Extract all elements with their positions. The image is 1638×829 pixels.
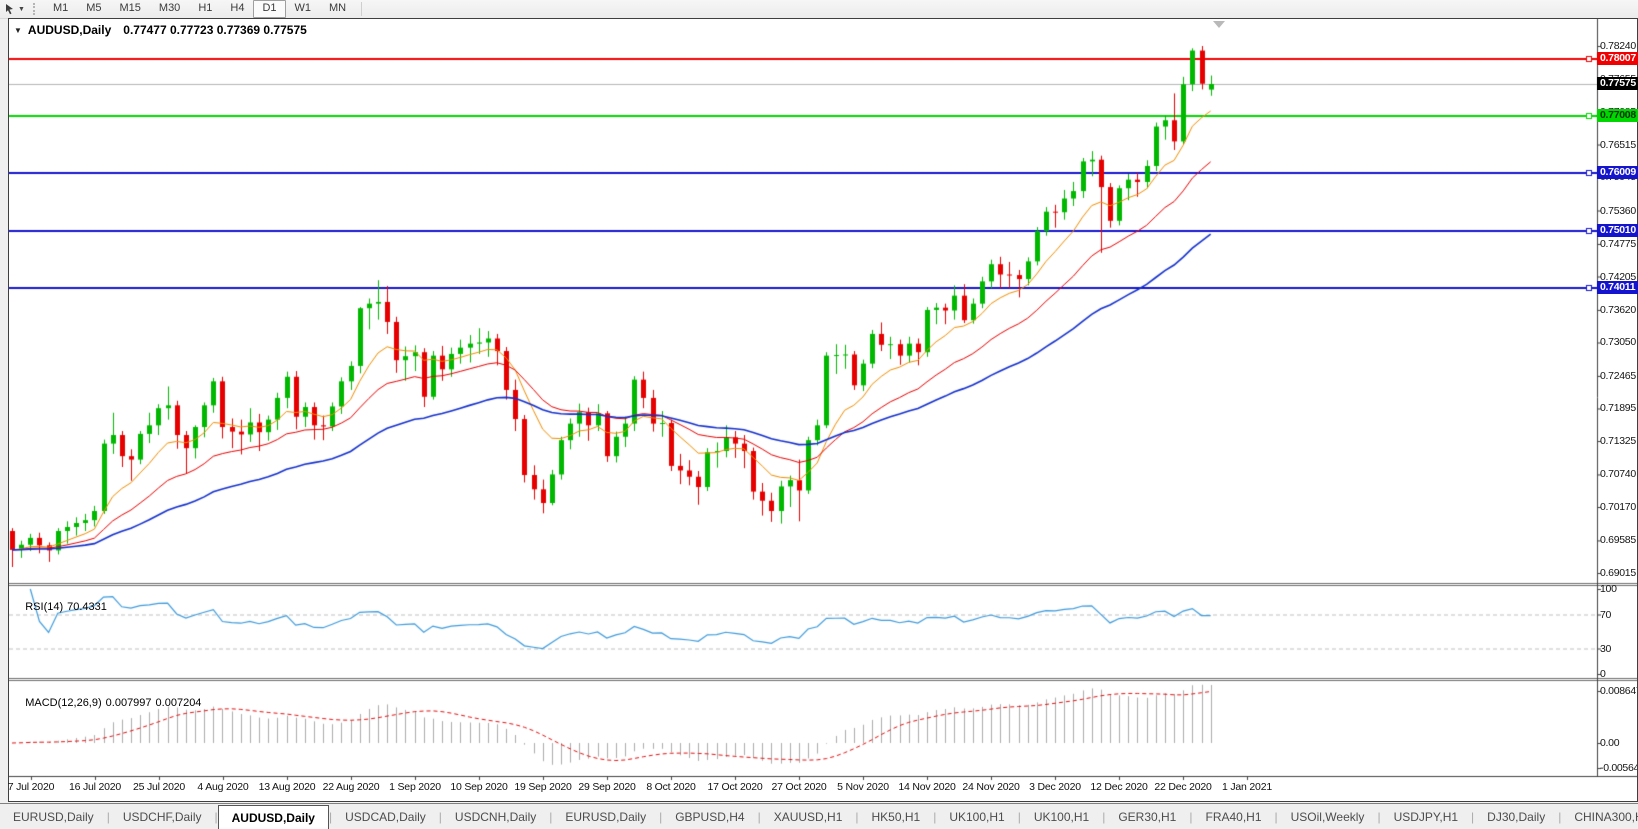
date-axis-label: 25 Jul 2020	[133, 781, 185, 793]
macd-axis-tick-top: 0.008647	[1600, 686, 1637, 697]
rsi-axis-tick: 70	[1600, 610, 1637, 621]
date-axis-label: 1 Jan 2021	[1222, 781, 1272, 793]
rsi-axis-tick: 30	[1600, 644, 1637, 655]
timeframe-toolbar: ▼ M1M5M15M30H1H4D1W1MN	[0, 0, 1638, 19]
date-axis-label: 17 Oct 2020	[707, 781, 762, 793]
rsi-indicator-value: 70.4331	[67, 601, 107, 613]
price-axis-tick: 0.70740	[1600, 469, 1637, 480]
macd-axis-tick-bottom: -0.005642	[1600, 763, 1637, 774]
date-axis-label: 13 Aug 2020	[259, 781, 316, 793]
chevron-down-icon: ▼	[18, 6, 25, 13]
price-axis-tick: 0.72465	[1600, 371, 1637, 382]
hline-price-box: 0.78007	[1597, 52, 1638, 65]
rsi-indicator-name: RSI(14)	[25, 601, 63, 613]
mt4-terminal: { "toolbar": { "cursor_tool": "cursor-ic…	[0, 0, 1638, 828]
chart-tab-xauusd-h1[interactable]: XAUUSD,H1	[761, 804, 856, 829]
date-axis-label: 10 Sep 2020	[450, 781, 507, 793]
date-axis-label: 14 Nov 2020	[898, 781, 955, 793]
timeframe-button-h4[interactable]: H4	[221, 0, 253, 18]
date-axis-label: 1 Sep 2020	[389, 781, 441, 793]
chart-tab-ger30-h1[interactable]: GER30,H1	[1105, 804, 1189, 829]
price-axis-tick: 0.71895	[1600, 403, 1637, 414]
date-axis-label: 8 Oct 2020	[646, 781, 695, 793]
chart-tabbar: EURUSD,Daily|USDCHF,Daily|AUDUSD,Daily|U…	[0, 803, 1638, 829]
date-axis-label: 29 Sep 2020	[578, 781, 635, 793]
date-axis-label: 5 Nov 2020	[837, 781, 889, 793]
chart-tab-dj30-daily[interactable]: DJ30,Daily	[1474, 804, 1558, 829]
cursor-tool-button[interactable]: ▼	[0, 1, 29, 17]
timeframe-button-mn[interactable]: MN	[320, 0, 355, 18]
date-axis-label: 7 Jul 2020	[8, 781, 54, 793]
toolbar-separator	[361, 2, 362, 16]
rsi-axis-tick: 0	[1600, 669, 1637, 680]
hline-price-box: 0.74011	[1597, 281, 1638, 294]
date-axis-label: 22 Dec 2020	[1154, 781, 1211, 793]
chart-tab-usdcad-daily[interactable]: USDCAD,Daily	[332, 804, 439, 829]
price-axis-tick: 0.74775	[1600, 239, 1637, 250]
timeframe-button-m1[interactable]: M1	[44, 0, 77, 18]
macd-indicator-name: MACD(12,26,9)	[25, 697, 101, 709]
price-axis-tick: 0.73620	[1600, 305, 1637, 316]
chart-ohlc-values: 0.77477 0.77723 0.77369 0.77575	[123, 23, 307, 37]
chart-tab-fra40-h1[interactable]: FRA40,H1	[1192, 804, 1274, 829]
price-axis-tick: 0.78240	[1600, 41, 1637, 52]
date-axis-label: 3 Dec 2020	[1029, 781, 1081, 793]
timeframe-button-d1[interactable]: D1	[253, 0, 285, 18]
price-axis-tick: 0.76515	[1600, 140, 1637, 151]
price-axis-tick: 0.73050	[1600, 337, 1637, 348]
chart-tab-china300-h1[interactable]: CHINA300,H1	[1561, 804, 1638, 829]
chart-tab-hk50-h1[interactable]: HK50,H1	[859, 804, 934, 829]
chart-shift-marker-icon[interactable]	[1213, 21, 1225, 28]
hline-price-box: 0.75010	[1597, 224, 1638, 237]
macd-axis-tick-zero: 0.00	[1600, 738, 1637, 749]
collapse-arrow-icon[interactable]: ▼	[14, 26, 22, 35]
chart-tab-audusd-daily[interactable]: AUDUSD,Daily	[218, 805, 329, 829]
macd-main-value: 0.007997	[106, 697, 152, 709]
hline-price-box: 0.77008	[1597, 109, 1638, 122]
price-axis-tick: 0.69015	[1600, 568, 1637, 579]
chart-tab-eurusd-daily[interactable]: EURUSD,Daily	[0, 804, 107, 829]
chart-title: ▼ AUDUSD,Daily 0.77477 0.77723 0.77369 0…	[14, 23, 307, 37]
rsi-pane-label: RSI(14) 70.4331	[13, 589, 111, 625]
chart-tab-uk100-h1[interactable]: UK100,H1	[1021, 804, 1102, 829]
chart-tab-usdchf-daily[interactable]: USDCHF,Daily	[110, 804, 215, 829]
chart-tab-usoil-weekly[interactable]: USOil,Weekly	[1278, 804, 1378, 829]
timeframe-button-w1[interactable]: W1	[286, 0, 321, 18]
date-axis-label: 27 Oct 2020	[771, 781, 826, 793]
date-axis-label: 24 Nov 2020	[962, 781, 1019, 793]
macd-signal-value: 0.007204	[156, 697, 202, 709]
chart-tab-gbpusd-h4[interactable]: GBPUSD,H4	[662, 804, 757, 829]
date-axis-label: 4 Aug 2020	[197, 781, 248, 793]
price-axis-tick: 0.71325	[1600, 436, 1637, 447]
date-axis-label: 12 Dec 2020	[1090, 781, 1147, 793]
chart-window: ▼ AUDUSD,Daily 0.77477 0.77723 0.77369 0…	[8, 18, 1638, 802]
chart-tab-usdjpy-h1[interactable]: USDJPY,H1	[1381, 804, 1471, 829]
price-axis-tick: 0.70170	[1600, 502, 1637, 513]
chart-tab-eurusd-daily[interactable]: EURUSD,Daily	[552, 804, 659, 829]
timeframe-button-h1[interactable]: H1	[189, 0, 221, 18]
chart-tab-uk100-h1[interactable]: UK100,H1	[936, 804, 1017, 829]
cursor-icon	[4, 3, 16, 15]
timeframe-button-m5[interactable]: M5	[77, 0, 110, 18]
timeframe-button-m30[interactable]: M30	[150, 0, 189, 18]
chart-tab-usdcnh-daily[interactable]: USDCNH,Daily	[442, 804, 549, 829]
price-axis-tick: 0.69585	[1600, 535, 1637, 546]
toolbar-grip	[33, 3, 38, 15]
price-chart-canvas[interactable]	[9, 19, 1637, 801]
rsi-axis-tick: 100	[1600, 584, 1637, 595]
macd-pane-label: MACD(12,26,9) 0.007997 0.007204	[13, 685, 205, 721]
hline-price-box: 0.76009	[1597, 166, 1638, 179]
current-price-box: 0.77575	[1597, 77, 1638, 90]
chart-symbol-label: AUDUSD,Daily	[28, 23, 111, 37]
date-axis-label: 16 Jul 2020	[69, 781, 121, 793]
date-axis-label: 19 Sep 2020	[514, 781, 571, 793]
timeframe-button-m15[interactable]: M15	[111, 0, 150, 18]
date-axis-label: 22 Aug 2020	[323, 781, 380, 793]
price-axis-tick: 0.75360	[1600, 206, 1637, 217]
